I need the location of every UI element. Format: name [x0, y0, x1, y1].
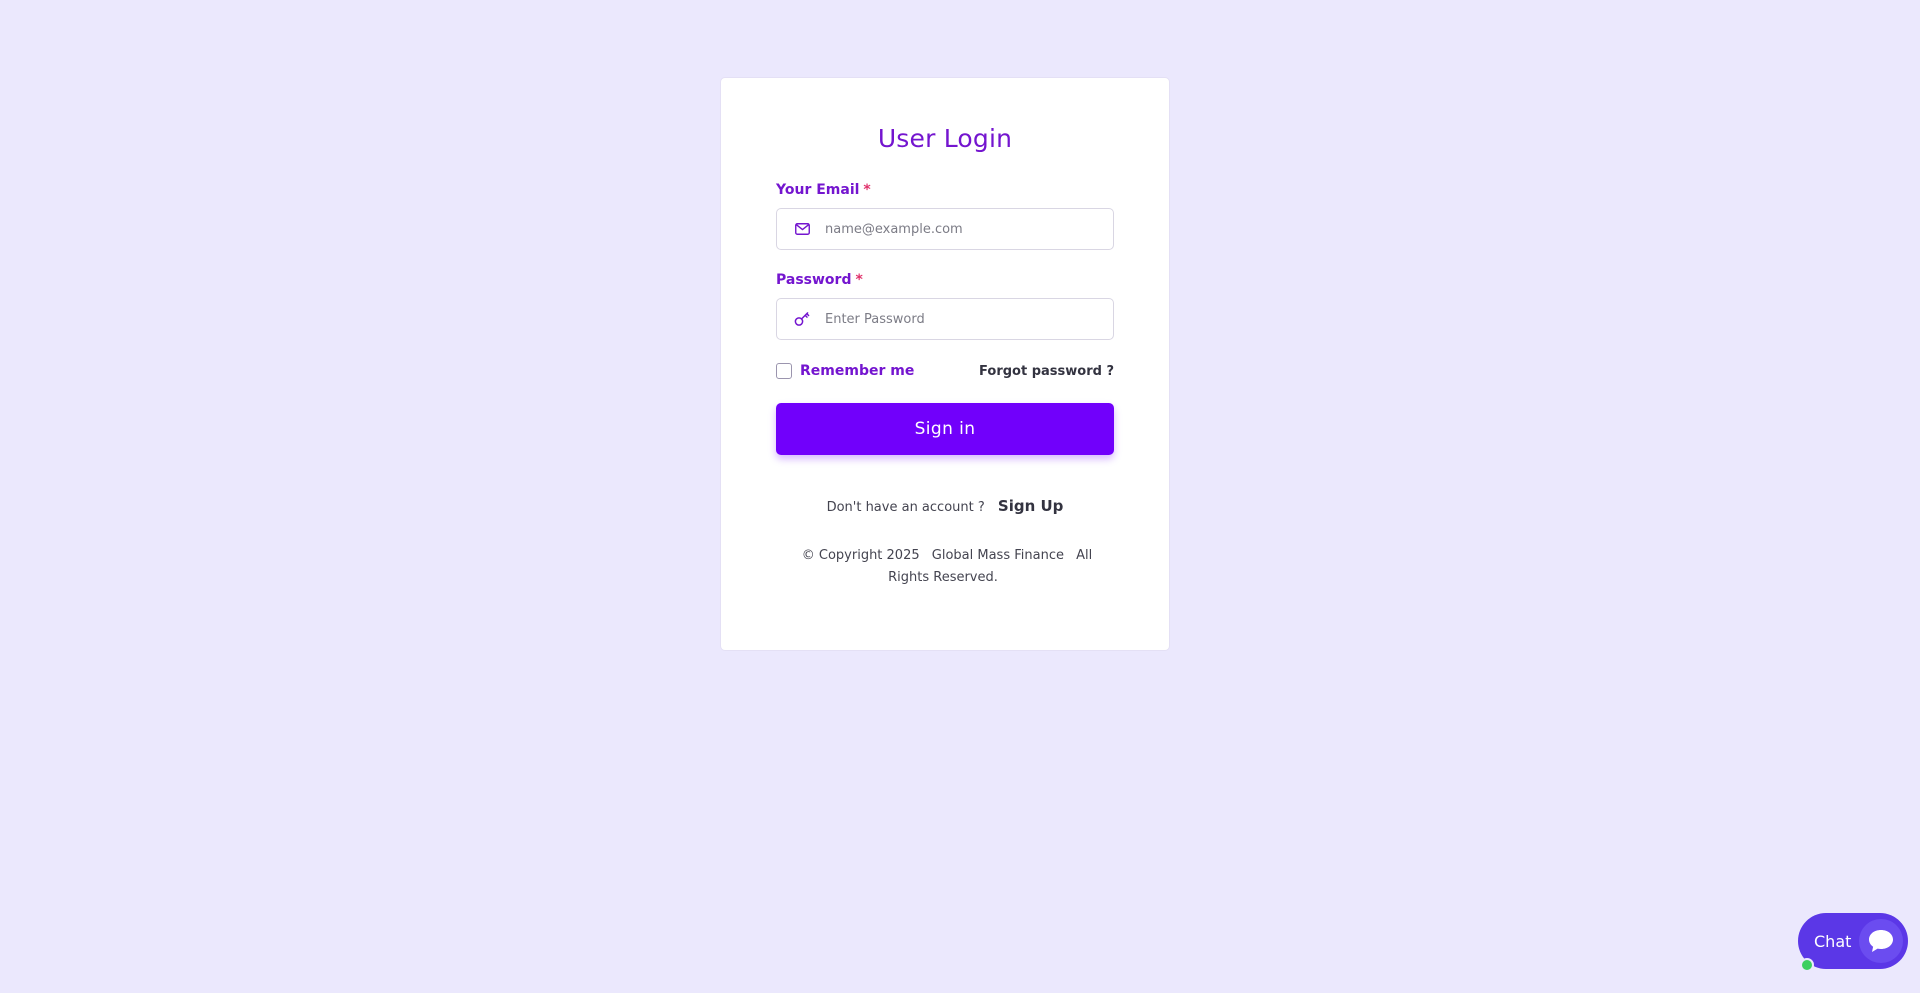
email-field-wrapper[interactable]: [776, 208, 1114, 250]
chat-label: Chat: [1814, 931, 1852, 951]
sign-in-button[interactable]: Sign in: [776, 403, 1114, 455]
password-label: Password *: [776, 272, 863, 288]
password-field-wrapper[interactable]: [776, 298, 1114, 340]
remember-me-label[interactable]: Remember me: [800, 363, 914, 379]
key-icon: [794, 311, 810, 327]
signup-row: Don't have an account ? Sign Up: [776, 497, 1114, 515]
chat-widget-button[interactable]: Chat: [1798, 913, 1908, 972]
signup-prompt: Don't have an account ?: [826, 500, 985, 515]
mail-icon: [794, 221, 810, 237]
copyright-text: © Copyright 2025 Global Mass Finance All…: [776, 545, 1114, 589]
chat-bubble-icon: [1859, 919, 1903, 963]
company-name: Global Mass Finance: [931, 548, 1064, 563]
login-options-row: Remember me Forgot password ?: [776, 361, 1114, 381]
remember-me-checkbox[interactable]: [776, 363, 792, 379]
sign-up-link[interactable]: Sign Up: [998, 497, 1064, 515]
login-card: User Login Your Email* Password* Remembe…: [720, 77, 1170, 651]
forgot-password-link[interactable]: Forgot password ?: [979, 364, 1114, 379]
email-input[interactable]: [825, 209, 1113, 249]
password-input[interactable]: [825, 299, 1113, 339]
online-status-dot: [1800, 958, 1814, 972]
copyright-year: © Copyright 2025: [801, 548, 920, 563]
required-mark: *: [863, 182, 871, 198]
email-label: Your Email *: [776, 182, 871, 198]
page-title: User Login: [877, 124, 1013, 153]
remember-me[interactable]: Remember me: [776, 363, 914, 379]
required-mark: *: [855, 272, 863, 288]
